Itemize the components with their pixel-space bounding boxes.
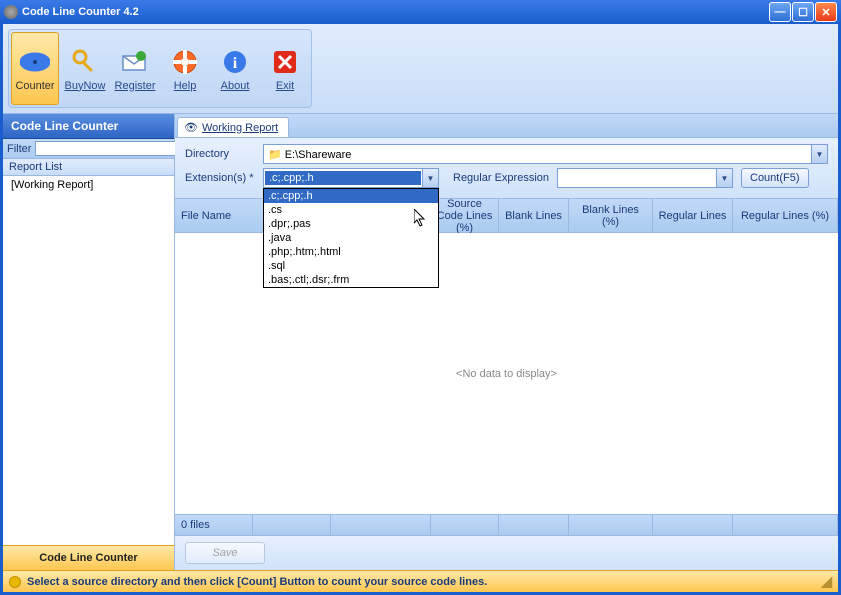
about-label: About bbox=[221, 80, 250, 92]
main-toolbar: Counter BuyNow Register Help bbox=[3, 24, 838, 114]
report-list-header: Report List bbox=[3, 159, 174, 176]
dropdown-item[interactable]: .php;.htm;.html bbox=[264, 245, 438, 259]
bulb-icon bbox=[9, 576, 21, 588]
buynow-label: BuyNow bbox=[65, 80, 106, 92]
filter-label: Filter bbox=[7, 143, 31, 155]
col-source-code-pct[interactable]: Source Code Lines (%) bbox=[431, 199, 499, 232]
extensions-combo[interactable]: .c;.cpp;.h ▼ .c;.cpp;.h .cs .dpr;.pas .j… bbox=[263, 168, 439, 188]
col-regular-lines-pct[interactable]: Regular Lines (%) bbox=[733, 199, 838, 232]
app-title: Code Line Counter 4.2 bbox=[22, 6, 768, 18]
buynow-button[interactable]: BuyNow bbox=[61, 32, 109, 105]
tab-label: Working Report bbox=[202, 122, 278, 134]
help-icon bbox=[169, 46, 201, 78]
save-bar: Save bbox=[175, 536, 838, 570]
titlebar: Code Line Counter 4.2 — ☐ ✕ bbox=[0, 0, 841, 24]
maximize-button[interactable]: ☐ bbox=[792, 2, 814, 22]
chevron-down-icon[interactable]: ▼ bbox=[422, 169, 438, 187]
about-button[interactable]: i About bbox=[211, 32, 259, 105]
chevron-down-icon[interactable]: ▼ bbox=[811, 145, 827, 163]
svg-text:i: i bbox=[233, 55, 238, 72]
info-icon: i bbox=[219, 46, 251, 78]
list-item[interactable]: [Working Report] bbox=[9, 178, 168, 192]
extensions-dropdown[interactable]: .c;.cpp;.h .cs .dpr;.pas .java .php;.htm… bbox=[263, 188, 439, 288]
register-icon bbox=[119, 46, 151, 78]
app-icon bbox=[4, 5, 18, 19]
dropdown-item[interactable]: .bas;.ctl;.dsr;.frm bbox=[264, 273, 438, 287]
help-button[interactable]: Help bbox=[161, 32, 209, 105]
save-button[interactable]: Save bbox=[185, 542, 265, 564]
counter-button[interactable]: Counter bbox=[11, 32, 59, 105]
tab-working-report[interactable]: 👁 Working Report bbox=[177, 117, 289, 137]
exit-button[interactable]: Exit bbox=[261, 32, 309, 105]
regex-label: Regular Expression bbox=[453, 172, 549, 184]
extensions-label: Extension(s) * bbox=[185, 172, 263, 184]
key-icon bbox=[69, 46, 101, 78]
minimize-button[interactable]: — bbox=[769, 2, 791, 22]
count-button[interactable]: Count(F5) bbox=[741, 168, 809, 188]
tab-row: 👁 Working Report bbox=[175, 114, 838, 138]
col-regular-lines[interactable]: Regular Lines bbox=[653, 199, 733, 232]
help-label: Help bbox=[174, 80, 197, 92]
regex-combo[interactable]: ▼ bbox=[557, 168, 733, 188]
counter-label: Counter bbox=[15, 80, 54, 92]
register-label: Register bbox=[115, 80, 156, 92]
dropdown-item[interactable]: .dpr;.pas bbox=[264, 217, 438, 231]
dropdown-item[interactable]: .sql bbox=[264, 259, 438, 273]
dropdown-item[interactable]: .c;.cpp;.h bbox=[264, 189, 438, 203]
col-blank-lines[interactable]: Blank Lines bbox=[499, 199, 569, 232]
report-list[interactable]: [Working Report] bbox=[3, 176, 174, 545]
controls-panel: Directory 📁E:\Shareware ▼ Extension(s) *… bbox=[175, 138, 838, 199]
no-data-text: <No data to display> bbox=[456, 368, 557, 380]
sidebar-header: Code Line Counter bbox=[3, 114, 174, 139]
sidebar-footer: Code Line Counter bbox=[3, 545, 174, 570]
filter-row: Filter bbox=[3, 139, 174, 159]
extensions-value: .c;.cpp;.h bbox=[265, 171, 421, 185]
exit-label: Exit bbox=[276, 80, 294, 92]
status-text: Select a source directory and then click… bbox=[27, 576, 487, 588]
register-button[interactable]: Register bbox=[111, 32, 159, 105]
grid-footer: 0 files bbox=[175, 514, 838, 536]
dropdown-item[interactable]: .java bbox=[264, 231, 438, 245]
filter-input[interactable] bbox=[35, 141, 183, 156]
directory-combo[interactable]: 📁E:\Shareware ▼ bbox=[263, 144, 828, 164]
exit-icon bbox=[269, 46, 301, 78]
file-count: 0 files bbox=[175, 515, 253, 535]
status-bar: Select a source directory and then click… bbox=[3, 570, 838, 592]
col-blank-lines-pct[interactable]: Blank Lines (%) bbox=[569, 199, 653, 232]
chevron-down-icon[interactable]: ▼ bbox=[716, 169, 732, 187]
eye-icon bbox=[19, 46, 51, 78]
directory-value: 📁E:\Shareware bbox=[264, 148, 811, 161]
dropdown-item[interactable]: .cs bbox=[264, 203, 438, 217]
resize-grip[interactable]: ◢ bbox=[821, 573, 832, 590]
close-button[interactable]: ✕ bbox=[815, 2, 837, 22]
sidebar: Code Line Counter Filter Report List [Wo… bbox=[3, 114, 175, 570]
folder-icon: 📁 bbox=[268, 149, 282, 161]
tab-eye-icon: 👁 bbox=[184, 121, 198, 134]
directory-label: Directory bbox=[185, 148, 263, 160]
